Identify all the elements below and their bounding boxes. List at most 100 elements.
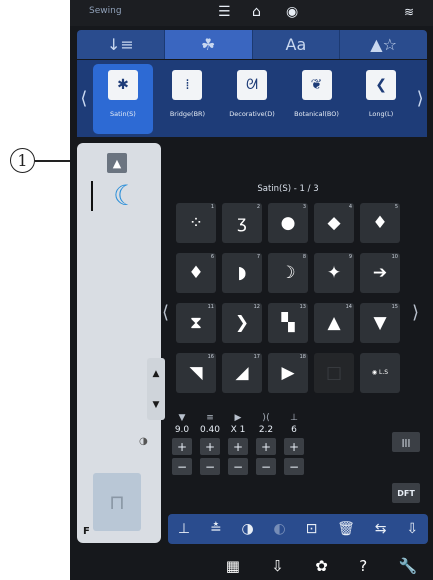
stitch-button[interactable]: 5 ♦ [360, 203, 400, 243]
stitch-button[interactable]: 11 ⧗ [176, 303, 216, 343]
stitch-button[interactable]: 12 ❯ [222, 303, 262, 343]
category-prev-arrow[interactable]: ⟨ [77, 88, 91, 109]
stitch-button[interactable]: 10 ➔ [360, 253, 400, 293]
stitch-button[interactable]: 14 ▲ [314, 303, 354, 343]
utility-stitch-icon: ↓≡ [106, 35, 134, 54]
stitch-icon: ʒ [237, 213, 247, 233]
stitch-button[interactable]: 9 ✦ [314, 253, 354, 293]
stitch-button[interactable]: 15 ▼ [360, 303, 400, 343]
combine-icon[interactable]: ≛ [210, 521, 222, 537]
stitch-button[interactable]: 6 ♦ [176, 253, 216, 293]
category-long[interactable]: ❮ Long(L) [351, 64, 412, 134]
download-icon[interactable]: ⇩ [271, 557, 284, 575]
alphabet-icon: Aa [285, 35, 307, 54]
stitch-button[interactable]: 16 ◥ [176, 353, 216, 393]
sewing-screen: Sewing ☰ ⌂ ◉ ≋ ↓≡ ☘ Aa ▲☆ ⟨ ✱ Satin(S) ⁞… [70, 0, 433, 580]
elongation-minus-button[interactable]: − [228, 458, 248, 475]
category-botanical[interactable]: ❦ Botanical(BO) [286, 64, 347, 134]
category-label: Decorative(D) [229, 109, 275, 118]
back-icon[interactable]: ◉ [286, 4, 298, 20]
stitch-icon: ♦ [372, 213, 388, 233]
settings-icon[interactable]: ✿ [315, 557, 328, 575]
scroll-down-icon[interactable]: ▼ [153, 400, 160, 410]
stitch-button[interactable]: 18 ▶ [268, 353, 308, 393]
help-icon[interactable]: ? [359, 557, 367, 575]
stitch-button[interactable]: 13 ▚ [268, 303, 308, 343]
density-icon: ⟩⟨ [262, 413, 270, 423]
callout-number: 1 [10, 148, 35, 173]
length-minus-button[interactable]: − [200, 458, 220, 475]
stitch-number: 2 [256, 204, 260, 210]
density-plus-button[interactable]: + [256, 438, 276, 455]
width-value: 9.0 [174, 425, 190, 435]
param-value-row: 9.0 0.40 X 1 2.2 6 [168, 425, 310, 438]
category-satin[interactable]: ✱ Satin(S) [92, 63, 154, 134]
long-stitch-button[interactable]: ◉ L.S [360, 353, 400, 393]
tab-alphabets[interactable]: Aa [253, 30, 341, 59]
length-plus-button[interactable]: + [200, 438, 220, 455]
stitch-grid: 1 ⁘ 2ʒ 3 ● 4 ◆ 5 ♦ 6 ♦ 7 ◗ 8 ☽ 9 ✦ 10 ➔ 11 ⧗ 12 ❯ 1… [176, 203, 406, 395]
stitch-button[interactable]: 7 ◗ [222, 253, 262, 293]
density-value: 2.2 [258, 425, 274, 435]
stitch-icon: ● [280, 213, 296, 233]
tension-plus-button[interactable]: + [284, 438, 304, 455]
length-icon: ≡ [206, 413, 214, 423]
width-minus-button[interactable]: − [172, 458, 192, 475]
stitch-icon: ♦ [188, 263, 204, 283]
empty-stitch-slot: □ [314, 353, 354, 393]
stitch-button[interactable]: 3 ● [268, 203, 308, 243]
density-minus-button[interactable]: − [256, 458, 276, 475]
edit-toolbar: ⊥ ≛ ◑ ◐ ⊡ 🗑 ⇆ ⇩ [168, 514, 428, 544]
display-mode-icon[interactable]: ◑ [139, 436, 148, 447]
page-prev-arrow[interactable]: ⟨ [162, 302, 169, 323]
bobbin-icon[interactable]: ▦ [226, 557, 240, 575]
delete-icon[interactable]: 🗑 [337, 521, 355, 537]
stitch-icon: ➔ [372, 263, 388, 283]
home-icon[interactable]: ⌂ [252, 4, 261, 20]
preview-scroll-control[interactable]: ▲ ▼ [147, 358, 165, 420]
stitch-number: 15 [391, 304, 398, 310]
save-icon[interactable]: ⇩ [406, 521, 418, 537]
mirror-icon[interactable]: ◑ [242, 521, 254, 537]
category-next-arrow[interactable]: ⟩ [413, 88, 427, 109]
wrench-icon[interactable]: 🔧 [399, 557, 418, 575]
stitch-button[interactable]: 4 ◆ [314, 203, 354, 243]
category-bridge[interactable]: ⁞ Bridge(BR) [157, 64, 218, 134]
stitch-number: 10 [391, 254, 398, 260]
scroll-up-icon[interactable]: ▲ [153, 369, 160, 379]
length-value: 0.40 [199, 425, 221, 435]
stitch-position-icon[interactable]: ⊥ [178, 521, 190, 537]
stitch-button[interactable]: 17 ◢ [222, 353, 262, 393]
menu-icon[interactable]: ☰ [218, 4, 231, 20]
tab-favorites[interactable]: ▲☆ [340, 30, 427, 59]
page-next-arrow[interactable]: ⟩ [412, 302, 419, 323]
elongation-icon: ▶ [234, 413, 242, 423]
tab-decorative-stitches[interactable]: ☘ [164, 30, 253, 59]
stitch-preview-icon: ☾ [113, 179, 139, 212]
reverse-icon[interactable]: ⇆ [375, 521, 387, 537]
scroll-to-top-button[interactable]: ▲ [107, 153, 127, 173]
tension-minus-button[interactable]: − [284, 458, 304, 475]
default-button[interactable]: DFT [392, 483, 420, 503]
minus-button-row: − − − − − [168, 458, 310, 478]
mirror-button[interactable]: ||| [392, 432, 420, 452]
stitch-number: 5 [394, 204, 398, 210]
long-category-icon: ❮ [366, 69, 397, 100]
favorites-icon: ▲☆ [370, 35, 397, 54]
stitch-number: 9 [348, 254, 352, 260]
width-plus-button[interactable]: + [172, 438, 192, 455]
stitch-number: 4 [348, 204, 352, 210]
stitch-button[interactable]: 1 ⁘ [176, 203, 216, 243]
elongation-plus-button[interactable]: + [228, 438, 248, 455]
stitch-button[interactable]: 2ʒ [222, 203, 262, 243]
category-decorative[interactable]: ᘛ Decorative(D) [222, 64, 283, 134]
elongation-value: X 1 [230, 425, 246, 435]
tab-utility-stitches[interactable]: ↓≡ [77, 30, 165, 59]
tension-icon: ⊥ [290, 413, 298, 423]
stitch-category-bar: ⟨ ✱ Satin(S) ⁞ Bridge(BR) ᘛ Decorative(D… [77, 60, 427, 137]
plus-button-row: + + + + + [168, 438, 310, 458]
footer-bar: ▦ ⇩ ✿ ? 🔧 [70, 552, 433, 580]
stitch-button[interactable]: 8 ☽ [268, 253, 308, 293]
stitch-number: 6 [210, 254, 214, 260]
zoom-icon[interactable]: ⊡ [306, 521, 318, 537]
